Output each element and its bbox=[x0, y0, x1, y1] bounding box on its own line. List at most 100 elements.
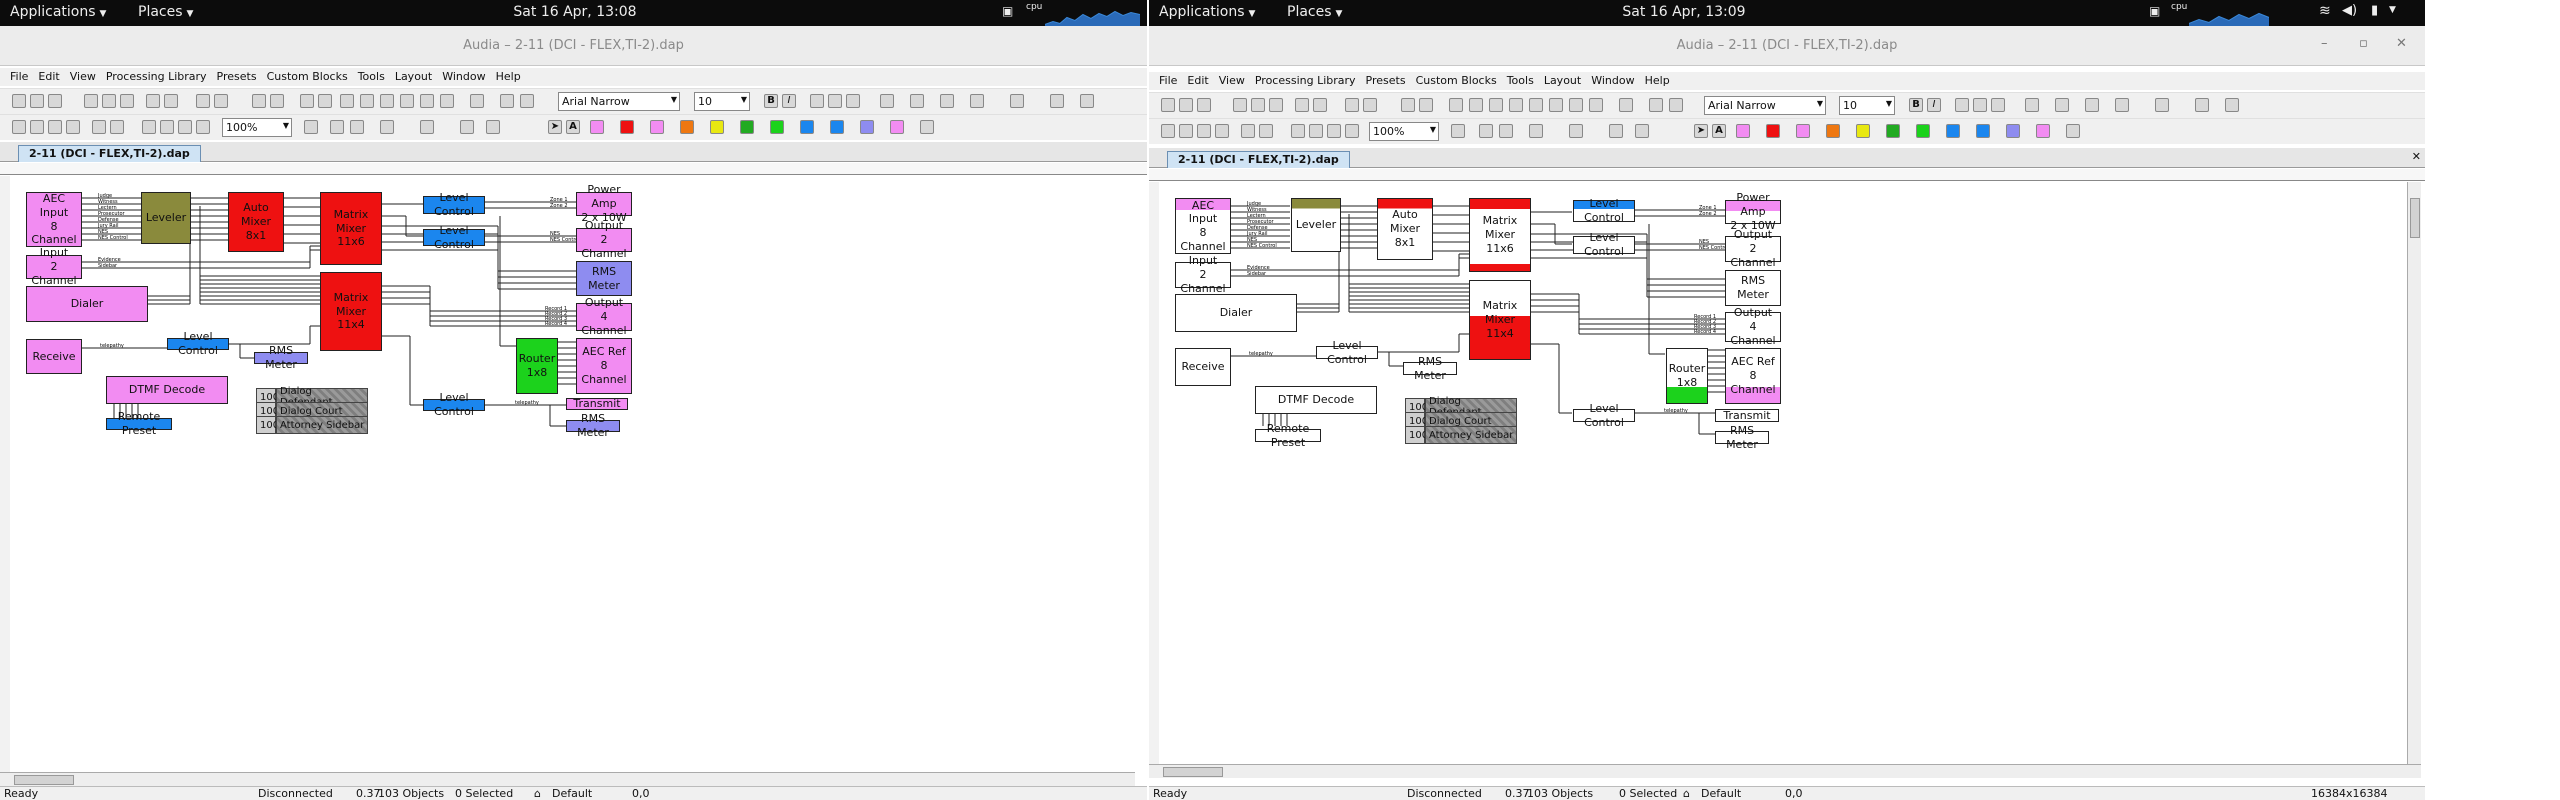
matrix-mixer-11x6-block[interactable]: Matrix Mixer 11x6 bbox=[320, 192, 382, 265]
italic-icon[interactable]: I bbox=[782, 94, 796, 108]
block-tool9-icon[interactable] bbox=[830, 120, 844, 134]
rms-meter-block-3[interactable]: RMS Meter bbox=[1715, 424, 1769, 451]
arrange6-icon[interactable] bbox=[486, 120, 500, 134]
menu-file[interactable]: File bbox=[10, 68, 28, 83]
line-color-icon[interactable] bbox=[940, 94, 954, 108]
level-control-block-3[interactable]: Level Control bbox=[1316, 339, 1378, 366]
help-icon[interactable] bbox=[214, 94, 228, 108]
router-block[interactable]: Router 1x8 bbox=[1666, 348, 1708, 404]
zoom-in-icon[interactable] bbox=[1327, 124, 1341, 138]
block-tool4-icon[interactable] bbox=[1826, 124, 1840, 138]
line-color-icon[interactable] bbox=[2085, 98, 2099, 112]
dtmf-decode-block[interactable]: DTMF Decode bbox=[1255, 386, 1377, 414]
menu-window[interactable]: Window bbox=[1591, 72, 1634, 87]
block-tool-icon[interactable] bbox=[1736, 124, 1750, 138]
layout9-icon[interactable] bbox=[470, 94, 484, 108]
print-icon[interactable] bbox=[1345, 98, 1359, 112]
border-icon[interactable] bbox=[2195, 98, 2209, 112]
menu-custom-blocks[interactable]: Custom Blocks bbox=[1416, 72, 1497, 87]
font-select[interactable]: Arial Narrow ▼ bbox=[1704, 96, 1826, 115]
power-amp-block[interactable]: Power Amp 2 x 10W bbox=[576, 183, 632, 224]
scroll-thumb[interactable] bbox=[2410, 198, 2420, 238]
shadow-icon[interactable] bbox=[1080, 94, 1094, 108]
menu-presets[interactable]: Presets bbox=[1366, 72, 1406, 87]
block-tool5-icon[interactable] bbox=[1856, 124, 1870, 138]
block-tool12-icon[interactable] bbox=[920, 120, 934, 134]
italic-icon[interactable]: I bbox=[1927, 98, 1941, 112]
arrange3-icon[interactable] bbox=[1529, 124, 1543, 138]
layout2-icon[interactable] bbox=[1469, 98, 1483, 112]
preset-number[interactable]: 1003 bbox=[256, 416, 285, 434]
layout2-icon[interactable] bbox=[318, 94, 332, 108]
cut-icon[interactable] bbox=[84, 94, 98, 108]
zoom-fit-icon[interactable] bbox=[160, 120, 174, 134]
copy-icon[interactable] bbox=[102, 94, 116, 108]
close-icon[interactable]: ✕ bbox=[2396, 36, 2407, 51]
minimize-icon[interactable]: – bbox=[2321, 36, 2328, 51]
paste-icon[interactable] bbox=[1269, 98, 1283, 112]
layout7-icon[interactable] bbox=[1569, 98, 1583, 112]
clock[interactable]: Sat 16 Apr, 13:09 bbox=[1559, 4, 1809, 20]
disconnect-icon[interactable] bbox=[30, 120, 44, 134]
layout8-icon[interactable] bbox=[1589, 98, 1603, 112]
menu-processing-library[interactable]: Processing Library bbox=[1255, 72, 1356, 87]
arrange-icon[interactable] bbox=[1479, 124, 1493, 138]
preset-label[interactable]: Attorney Sidebar bbox=[1425, 426, 1517, 444]
align-left-icon[interactable] bbox=[1955, 98, 1969, 112]
remote-preset-block[interactable]: Remote Preset bbox=[1255, 422, 1321, 449]
block-tool6-icon[interactable] bbox=[1886, 124, 1900, 138]
menu-tools[interactable]: Tools bbox=[1507, 72, 1534, 87]
input-2ch-block[interactable]: Input 2 Channel bbox=[1175, 254, 1231, 295]
redo-icon[interactable] bbox=[164, 94, 178, 108]
menu-help[interactable]: Help bbox=[1645, 72, 1670, 87]
connect-icon[interactable] bbox=[1161, 124, 1175, 138]
menu-custom-blocks[interactable]: Custom Blocks bbox=[267, 68, 348, 83]
arrange3-icon[interactable] bbox=[380, 120, 394, 134]
aec-input-block[interactable]: AEC Input 8 Channel bbox=[26, 192, 82, 247]
layout6-icon[interactable] bbox=[1549, 98, 1563, 112]
leveler-block[interactable]: Leveler bbox=[141, 192, 191, 244]
undo-icon[interactable] bbox=[146, 94, 160, 108]
align-right-icon[interactable] bbox=[846, 94, 860, 108]
layout9-icon[interactable] bbox=[1619, 98, 1633, 112]
grid-icon[interactable] bbox=[1241, 124, 1255, 138]
matrix-mixer-11x6-block[interactable]: Matrix Mixer 11x6 bbox=[1469, 198, 1531, 272]
arrange-icon[interactable] bbox=[330, 120, 344, 134]
block-tool3-icon[interactable] bbox=[650, 120, 664, 134]
copy-icon[interactable] bbox=[1251, 98, 1265, 112]
level-control-block-2[interactable]: Level Control bbox=[423, 224, 485, 251]
horizontal-scrollbar[interactable] bbox=[1149, 764, 2421, 778]
grid-icon[interactable] bbox=[92, 120, 106, 134]
aec-ref-block[interactable]: AEC Ref 8 Channel bbox=[1725, 348, 1781, 404]
block-tool7-icon[interactable] bbox=[770, 120, 784, 134]
redo-icon[interactable] bbox=[1313, 98, 1327, 112]
output-4ch-block[interactable]: Output 4 Channel bbox=[1725, 306, 1781, 347]
screenshot-icon[interactable]: ▣ bbox=[2149, 4, 2160, 18]
block-tool10-icon[interactable] bbox=[860, 120, 874, 134]
receive-block[interactable]: Receive bbox=[26, 339, 82, 374]
layout10-icon[interactable] bbox=[500, 94, 514, 108]
pen-icon[interactable] bbox=[970, 94, 984, 108]
transmit-block[interactable]: Transmit bbox=[1715, 409, 1779, 422]
arrange4-icon[interactable] bbox=[1569, 124, 1583, 138]
rms-meter-block-1[interactable]: RMS Meter bbox=[1725, 270, 1781, 306]
aec-input-block[interactable]: AEC Input 8 Channel bbox=[1175, 198, 1231, 254]
hand-icon[interactable] bbox=[142, 120, 156, 134]
layout10-icon[interactable] bbox=[1649, 98, 1663, 112]
pointer-icon[interactable]: ➤ bbox=[548, 120, 562, 134]
output-4ch-block[interactable]: Output 4 Channel bbox=[576, 296, 632, 337]
hand-icon[interactable] bbox=[1291, 124, 1305, 138]
layout4-icon[interactable] bbox=[360, 94, 374, 108]
rms-meter-block-2[interactable]: RMS Meter bbox=[254, 344, 308, 371]
align-center-icon[interactable] bbox=[828, 94, 842, 108]
table-icon[interactable] bbox=[110, 120, 124, 134]
font-color-icon[interactable] bbox=[2055, 98, 2069, 112]
menu-presets[interactable]: Presets bbox=[217, 68, 257, 83]
zoom-out-icon[interactable] bbox=[1345, 124, 1359, 138]
layout11-icon[interactable] bbox=[520, 94, 534, 108]
dtmf-decode-block[interactable]: DTMF Decode bbox=[106, 376, 228, 404]
layout5-icon[interactable] bbox=[380, 94, 394, 108]
save-icon[interactable] bbox=[48, 94, 62, 108]
shadow-icon[interactable] bbox=[2225, 98, 2239, 112]
scroll-thumb[interactable] bbox=[14, 775, 74, 785]
